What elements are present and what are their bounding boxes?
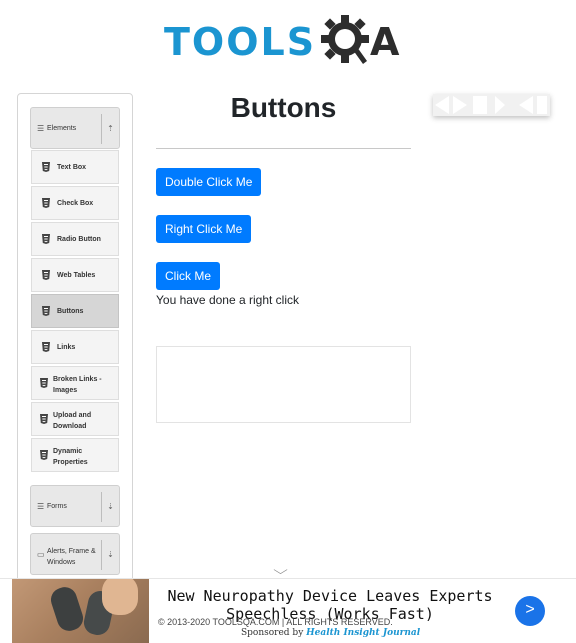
menu-item-text-box[interactable]: Text Box [31,150,119,184]
html5-icon [40,378,48,388]
menu-item-label: Check Box [57,200,94,207]
menu-item-label: Links [57,344,76,351]
logo-letter-a: A [370,20,400,64]
left-panel: ☰ Elements ⇡ Text Box Check Box Radio Bu… [17,93,133,643]
alerts-group-header[interactable]: ▭ Alerts, Frame & Windows ⇣ [30,533,120,575]
hamburger-icon: ☰ [37,502,45,511]
menu-item-broken-links[interactable]: Broken Links - Images [31,366,119,400]
menu-item-label: Dynamic Properties [53,448,88,466]
html5-icon [42,198,50,208]
menu-item-radio-button[interactable]: Radio Button [31,222,119,256]
gear-icon [321,15,369,64]
right-click-message: You have done a right click [156,293,299,307]
html5-icon [40,450,48,460]
click-button[interactable]: Click Me [156,262,221,290]
title-divider [156,148,411,149]
ad-image[interactable] [12,579,149,643]
menu-item-links[interactable]: Links [31,330,119,364]
carousel-arrows-icon [435,96,547,114]
elements-group-header[interactable]: ☰ Elements ⇡ [30,107,120,149]
menu-item-label: Broken Links - Images [53,376,102,394]
chevron-down-icon[interactable]: ⇣ [101,540,119,570]
html5-icon [42,270,50,280]
html5-icon [40,414,48,424]
ad-slot [156,346,411,423]
ad-sponsor: Sponsored by Health Insight Journal [241,628,420,638]
menu-item-label: Text Box [57,164,87,171]
window-icon: ▭ [37,550,45,559]
page-title: Buttons [230,92,337,123]
forms-group-header[interactable]: ☰ Forms ⇣ [30,485,120,527]
html5-icon [42,162,50,172]
right-click-button[interactable]: Right Click Me [156,215,252,243]
ad-sponsor-prefix: Sponsored by [241,628,304,638]
menu-item-label: Radio Button [57,236,101,243]
footer-copyright: © 2013-2020 TOOLSQA.COM | ALL RIGHTS RES… [158,617,393,627]
ad-carousel[interactable] [433,94,550,116]
menu-item-label: Buttons [57,308,84,315]
elements-menu: Text Box Check Box Radio Button Web Tabl… [31,150,119,474]
chevron-down-icon[interactable]: ⌵ [273,563,288,578]
menu-item-label: Upload and Download [53,412,92,430]
forms-group-label: Forms [47,503,67,510]
menu-item-upload-download[interactable]: Upload and Download [31,402,119,436]
html5-icon [42,306,50,316]
ad-sponsor-name[interactable]: Health Insight Journal [306,628,420,638]
alerts-group-label: Alerts, Frame & Windows [47,548,96,566]
menu-item-buttons[interactable]: Buttons [31,294,119,328]
chevron-up-icon[interactable]: ⇡ [101,114,119,144]
menu-item-web-tables[interactable]: Web Tables [31,258,119,292]
ad-banner[interactable]: New Neuropathy Device Leaves Experts Spe… [0,578,576,643]
page: TOOLS A ☰ Elements ⇡ Text Box Check Box … [0,0,576,643]
chevron-down-icon[interactable]: ⇣ [101,492,119,522]
hamburger-icon: ☰ [37,124,45,133]
menu-item-label: Web Tables [57,272,96,279]
ad-next-button[interactable]: > [515,596,545,626]
menu-item-dynamic-properties[interactable]: Dynamic Properties [31,438,119,472]
menu-item-check-box[interactable]: Check Box [31,186,119,220]
elements-group-label: Elements [47,125,77,132]
double-click-button[interactable]: Double Click Me [156,168,262,196]
logo-text: TOOLS [164,20,317,64]
html5-icon [42,342,50,352]
site-logo[interactable]: TOOLS A [164,12,408,70]
html5-icon [42,234,50,244]
